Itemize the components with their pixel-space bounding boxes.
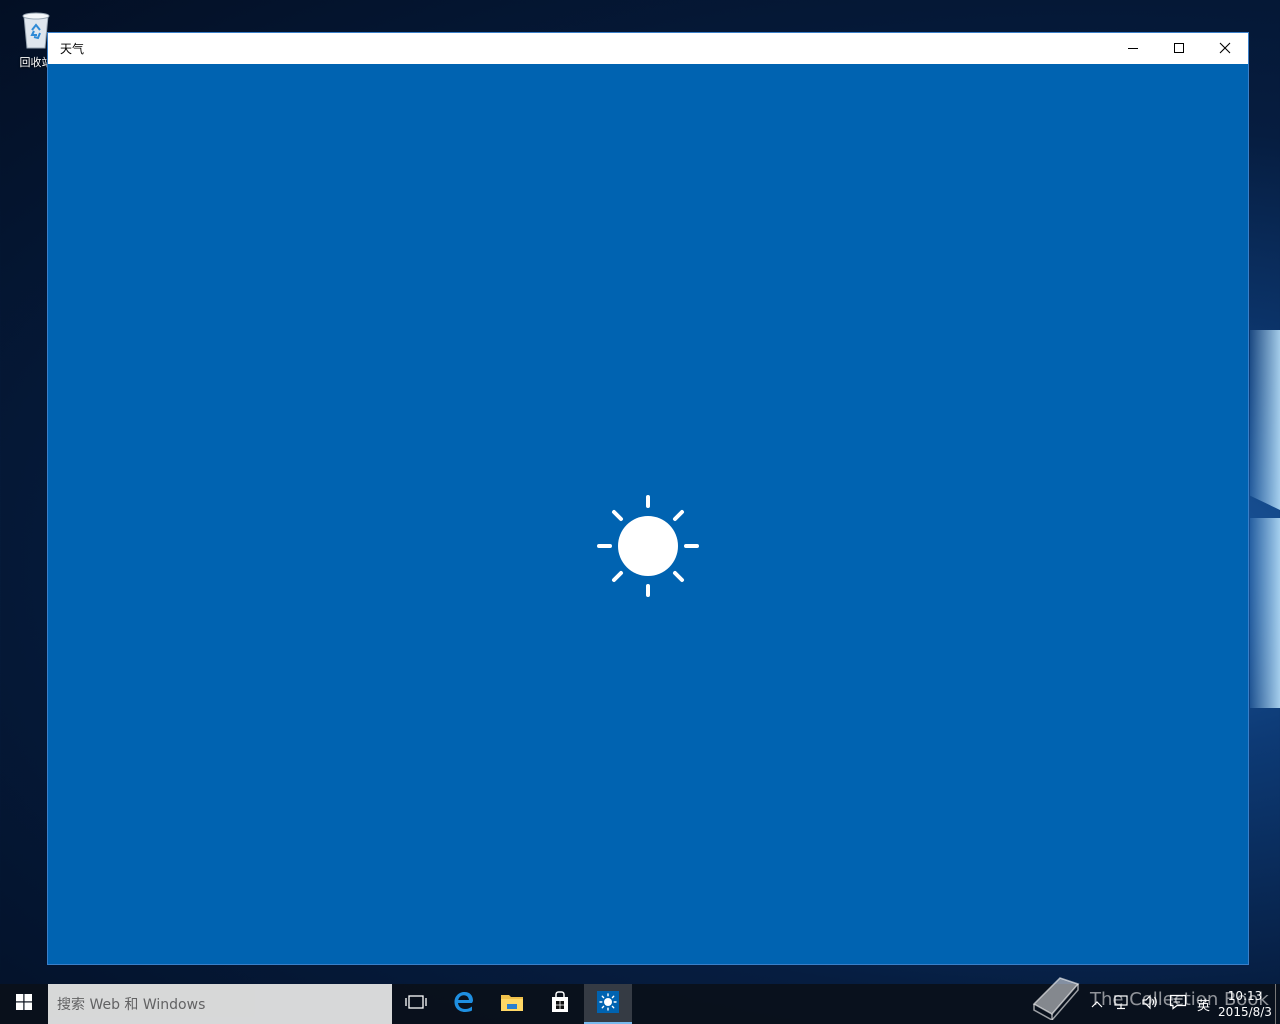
minimize-button[interactable] bbox=[1110, 33, 1156, 64]
maximize-icon bbox=[1173, 39, 1185, 58]
maximize-button[interactable] bbox=[1156, 33, 1202, 64]
windows-logo-icon bbox=[16, 994, 32, 1014]
taskbar: 搜索 Web 和 Windows 英 10:13 2015/8/3 bbox=[0, 984, 1280, 1024]
edge-icon bbox=[452, 990, 476, 1018]
task-view-button[interactable] bbox=[392, 984, 440, 1024]
store-icon bbox=[549, 991, 571, 1017]
network-button[interactable] bbox=[1108, 984, 1136, 1024]
weather-icon bbox=[597, 991, 619, 1017]
volume-button[interactable] bbox=[1136, 984, 1164, 1024]
clock-button[interactable]: 10:13 2015/8/3 bbox=[1215, 984, 1275, 1024]
weather-app-window: 天气 bbox=[47, 32, 1249, 965]
store-button[interactable] bbox=[536, 984, 584, 1024]
file-explorer-button[interactable] bbox=[488, 984, 536, 1024]
sun-icon bbox=[596, 494, 700, 598]
window-controls bbox=[1110, 33, 1248, 64]
weather-button[interactable] bbox=[584, 984, 632, 1024]
network-icon bbox=[1113, 994, 1131, 1014]
file-explorer-icon bbox=[500, 992, 524, 1016]
clock-date: 2015/8/3 bbox=[1218, 1005, 1272, 1019]
input-language-button[interactable]: 英 bbox=[1192, 984, 1215, 1024]
start-button[interactable] bbox=[0, 984, 48, 1024]
chevron-up-icon bbox=[1091, 997, 1103, 1012]
minimize-icon bbox=[1127, 39, 1139, 58]
close-icon bbox=[1219, 39, 1231, 58]
wallpaper-beam bbox=[1250, 330, 1280, 510]
volume-icon bbox=[1141, 994, 1159, 1014]
edge-button[interactable] bbox=[440, 984, 488, 1024]
input-language-label: 英 bbox=[1196, 998, 1210, 1014]
message-icon bbox=[1169, 994, 1187, 1014]
search-input[interactable]: 搜索 Web 和 Windows bbox=[48, 984, 392, 1024]
splash-screen bbox=[48, 64, 1248, 964]
title-bar[interactable]: 天气 bbox=[48, 33, 1248, 64]
action-center-button[interactable] bbox=[1164, 984, 1192, 1024]
system-tray: 英 10:13 2015/8/3 bbox=[1086, 984, 1280, 1024]
search-placeholder: 搜索 Web 和 Windows bbox=[57, 997, 206, 1013]
window-title: 天气 bbox=[60, 42, 85, 56]
clock-time: 10:13 bbox=[1227, 989, 1263, 1003]
wallpaper-beam bbox=[1250, 518, 1280, 708]
show-desktop-button[interactable] bbox=[1275, 984, 1280, 1024]
show-hidden-icons-button[interactable] bbox=[1086, 984, 1108, 1024]
task-view-icon bbox=[405, 994, 427, 1014]
close-button[interactable] bbox=[1202, 33, 1248, 64]
